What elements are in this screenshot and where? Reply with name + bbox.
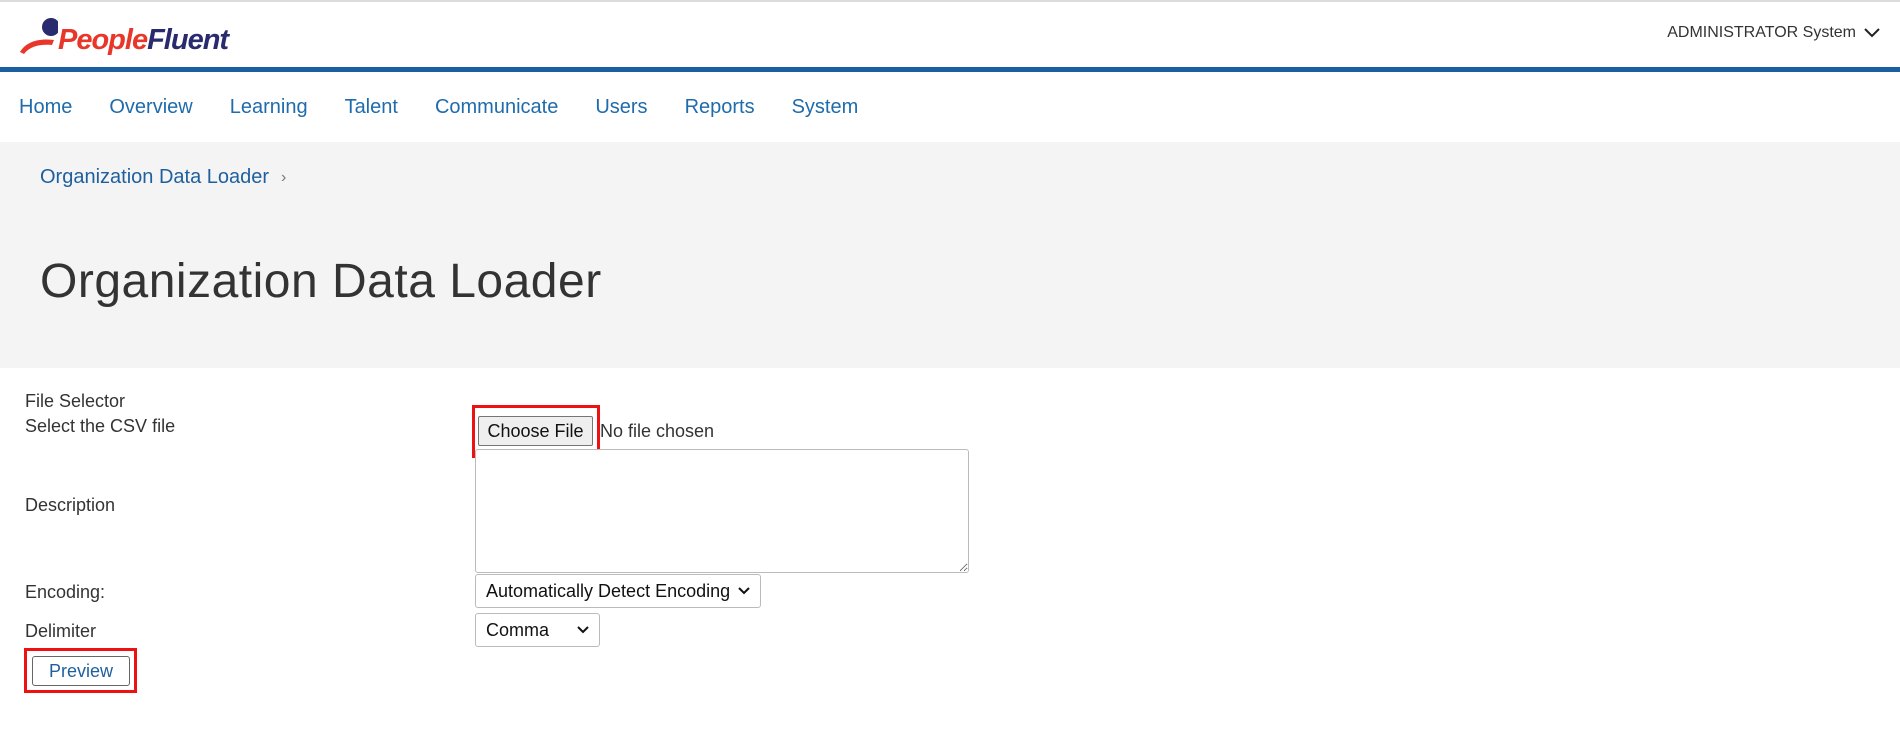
delimiter-select[interactable]: Comma bbox=[475, 613, 600, 647]
chevron-down-icon bbox=[738, 587, 750, 595]
logo-word-people: People bbox=[58, 24, 148, 56]
nav-learning[interactable]: Learning bbox=[230, 96, 308, 119]
no-file-chosen-text: No file chosen bbox=[600, 421, 715, 441]
nav-communicate[interactable]: Communicate bbox=[435, 96, 558, 119]
user-menu[interactable]: ADMINISTRATOR System bbox=[1667, 24, 1880, 42]
file-selector-label: File Selector bbox=[25, 391, 126, 411]
breadcrumb-item[interactable]: Organization Data Loader bbox=[40, 166, 269, 189]
chevron-down-icon bbox=[577, 626, 589, 634]
nav-overview[interactable]: Overview bbox=[109, 96, 192, 119]
description-label: Description bbox=[25, 495, 116, 515]
page-title: Organization Data Loader bbox=[40, 255, 602, 308]
nav-users[interactable]: Users bbox=[595, 96, 647, 119]
nav-reports[interactable]: Reports bbox=[685, 96, 755, 119]
nav-system[interactable]: System bbox=[792, 96, 859, 119]
encoding-select[interactable]: Automatically Detect Encoding bbox=[475, 574, 761, 608]
encoding-selected-value: Automatically Detect Encoding bbox=[486, 580, 731, 601]
nav-talent[interactable]: Talent bbox=[345, 96, 398, 119]
preview-highlight: Preview bbox=[24, 648, 137, 693]
encoding-label: Encoding: bbox=[25, 582, 106, 602]
logo-wordmark: PeopleFluent bbox=[58, 24, 229, 57]
delimiter-selected-value: Comma bbox=[486, 619, 550, 640]
main-nav: Home Overview Learning Talent Communicat… bbox=[0, 72, 1900, 142]
top-bar: PeopleFluent ADMINISTRATOR System bbox=[0, 0, 1900, 72]
logo-mark-icon bbox=[20, 18, 58, 54]
choose-file-button[interactable]: Choose File bbox=[478, 416, 593, 446]
select-csv-label: Select the CSV file bbox=[25, 416, 176, 436]
user-menu-label: ADMINISTRATOR System bbox=[1667, 24, 1856, 41]
breadcrumb-separator: › bbox=[281, 168, 287, 186]
description-textarea[interactable] bbox=[475, 449, 969, 573]
logo-word-fluent: Fluent bbox=[147, 24, 229, 56]
delimiter-label: Delimiter bbox=[25, 621, 97, 641]
preview-button[interactable]: Preview bbox=[32, 656, 130, 686]
page-header: Organization Data Loader › Organization … bbox=[0, 142, 1900, 368]
peoplefluent-logo[interactable]: PeopleFluent bbox=[18, 16, 229, 58]
nav-home[interactable]: Home bbox=[19, 96, 72, 119]
chevron-down-icon bbox=[1864, 28, 1880, 38]
breadcrumb: Organization Data Loader › bbox=[40, 166, 286, 189]
